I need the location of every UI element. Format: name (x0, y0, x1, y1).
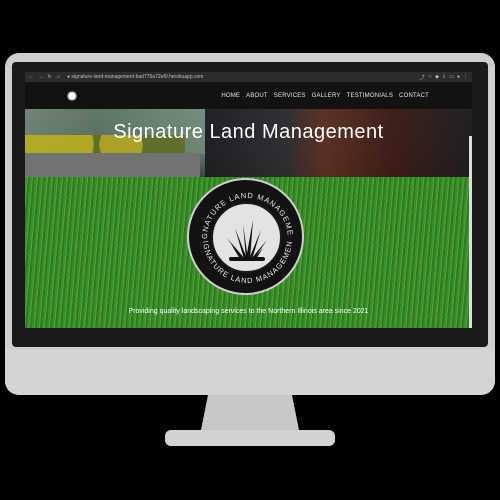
url-text: signature-land-management-bad775a72ef0.h… (71, 74, 204, 80)
nav-home[interactable]: HOME (221, 93, 240, 99)
company-seal-logo: SIGNATURE LAND MANAGEMENT SIGNATURE LAND… (187, 178, 304, 295)
nav-contact[interactable]: CONTACT (399, 93, 429, 99)
browser-toolbar: ← → ↻ ⌂ ● signature-land-management-bad7… (25, 72, 472, 82)
sidebar-icon[interactable]: ▭ (449, 74, 454, 81)
star-icon[interactable]: ☆ (428, 74, 432, 81)
browser-window: ← → ↻ ⌂ ● signature-land-management-bad7… (25, 72, 472, 328)
share-icon[interactable]: ⤴ (420, 74, 425, 81)
back-icon[interactable]: ← (29, 74, 34, 80)
hero-tagline: Providing quality landscaping services t… (128, 308, 369, 315)
reload-icon[interactable]: ↻ (47, 74, 52, 80)
nav-about[interactable]: ABOUT (246, 93, 268, 99)
nav-services[interactable]: SERVICES (274, 93, 306, 99)
forward-icon[interactable]: → (38, 74, 43, 80)
site-info-icon[interactable]: ● (67, 74, 70, 80)
background-building (205, 109, 472, 179)
nav-testimonials[interactable]: TESTIMONIALS (347, 93, 393, 99)
monitor-stand-neck (200, 395, 300, 435)
background-wall (25, 153, 200, 177)
hero-banner: Signature Land Management SIGNATURE LAND… (25, 109, 472, 328)
nav-gallery[interactable]: GALLERY (312, 93, 341, 99)
seal-center (211, 202, 282, 273)
address-bar[interactable]: ● signature-land-management-bad775a72ef0… (67, 74, 420, 80)
monitor-stand-base (165, 430, 335, 446)
extension-icon[interactable]: ◆ (435, 74, 439, 81)
page-scrollbar[interactable] (469, 136, 472, 328)
profile-icon[interactable]: ● (457, 74, 460, 81)
site-navbar: HOME ABOUT SERVICES GALLERY TESTIMONIALS… (25, 82, 472, 109)
hero-title: Signature Land Management (113, 121, 384, 143)
website: HOME ABOUT SERVICES GALLERY TESTIMONIALS… (25, 82, 472, 328)
menu-dots-icon[interactable]: ⋮ (463, 74, 468, 81)
grass-tuft-icon (227, 220, 267, 261)
home-icon[interactable]: ⌂ (56, 74, 61, 80)
monitor-chin (5, 349, 495, 395)
download-icon[interactable]: ⇩ (442, 74, 446, 81)
site-logo[interactable] (67, 90, 77, 101)
